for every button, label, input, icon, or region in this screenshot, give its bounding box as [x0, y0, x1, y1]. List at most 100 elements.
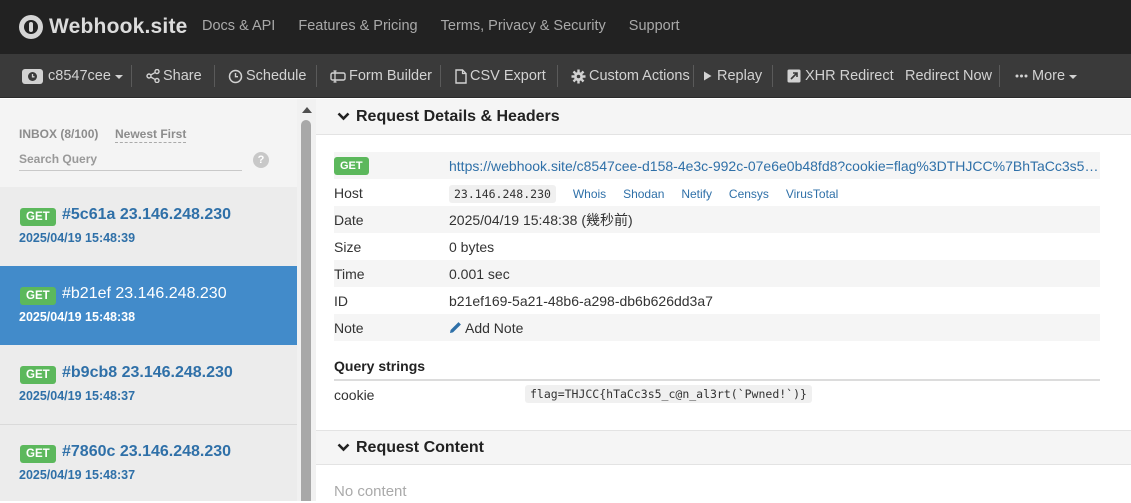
toolbar-divider [557, 65, 558, 87]
scroll-thumb[interactable] [301, 120, 311, 501]
chevron-down-icon [337, 443, 350, 452]
sidebar-scrollbar[interactable] [297, 99, 316, 501]
censys-link[interactable]: Censys [729, 187, 769, 201]
sort-toggle[interactable]: Newest First [115, 127, 187, 143]
more-label: More [1032, 68, 1066, 84]
request-sidebar: INBOX (8/100) Newest First Search Query … [0, 99, 297, 501]
form-builder-label: Form Builder [349, 68, 432, 84]
nav-link-support[interactable]: Support [629, 18, 680, 34]
request-time: 2025/04/19 15:48:38 [19, 310, 136, 324]
request-detail-pane: Request Details & Headers GET https://we… [316, 99, 1131, 501]
search-input[interactable]: Search Query [19, 150, 242, 171]
file-icon [455, 68, 467, 84]
request-time: 2025/04/19 15:48:37 [19, 389, 136, 403]
brand[interactable]: Webhook.site [19, 13, 188, 41]
request-id: #5c61a 23.146.248.230 [62, 206, 232, 223]
request-item[interactable]: GET #b9cb8 23.146.248.230 2025/04/19 15:… [0, 345, 297, 424]
inbox-count: INBOX (8/100) [19, 127, 99, 141]
size-label: Size [334, 238, 362, 255]
request-url-wrap: https://webhook.site/c8547cee-d158-4e3c-… [449, 158, 1100, 174]
form-icon [330, 69, 346, 83]
query-key: cookie [334, 387, 375, 403]
replay-button[interactable]: Replay [703, 54, 762, 98]
host-value: 23.146.248.230 Whois Shodan Netify Censy… [449, 184, 838, 203]
add-note-link[interactable]: Add Note [449, 320, 523, 336]
toolbar-divider [214, 65, 215, 87]
note-row: Note Add Note [334, 314, 1100, 341]
id-label: ID [334, 292, 348, 309]
toolbar-divider [693, 65, 694, 87]
share-button[interactable]: Share [146, 54, 202, 98]
token-dropdown[interactable]: c8547cee [22, 54, 123, 98]
nav-link-pricing[interactable]: Features & Pricing [298, 18, 417, 34]
host-label: Host [334, 184, 363, 201]
redirect-now-label: Redirect Now [905, 68, 993, 84]
toolbar-divider [316, 65, 317, 87]
nav-link-terms[interactable]: Terms, Privacy & Security [441, 18, 606, 34]
custom-actions-label: Custom Actions [589, 68, 690, 84]
share-icon [146, 69, 160, 83]
netify-link[interactable]: Netify [681, 187, 712, 201]
method-badge: GET [20, 445, 56, 463]
webhook-logo-icon [19, 15, 43, 39]
method-badge: GET [20, 366, 56, 384]
id-value: b21ef169-5a21-48b6-a298-db6b626dd3a7 [449, 292, 713, 309]
redirect-now-button[interactable]: Redirect Now [905, 54, 992, 98]
pencil-icon [449, 321, 462, 334]
no-content-text: No content [334, 483, 407, 500]
more-dropdown[interactable]: More [1015, 54, 1078, 98]
request-time: 2025/04/19 15:48:39 [19, 231, 136, 245]
chevron-down-icon [114, 75, 123, 79]
host-ip: 23.146.248.230 [449, 184, 556, 203]
schedule-label: Schedule [246, 68, 307, 84]
toolbar: c8547cee Share Schedule Form Builder CSV… [0, 54, 1131, 98]
content-section-header[interactable]: Request Content [316, 430, 1131, 465]
request-id: #b9cb8 23.146.248.230 [62, 364, 233, 381]
details-section-header[interactable]: Request Details & Headers [316, 99, 1131, 135]
request-time: 2025/04/19 15:48:37 [19, 468, 136, 482]
top-nav-links: Docs & API Features & Pricing Terms, Pri… [202, 18, 703, 34]
toolbar-divider [999, 65, 1000, 87]
help-icon[interactable]: ? [253, 152, 269, 168]
custom-actions-button[interactable]: Custom Actions [571, 54, 690, 98]
request-item[interactable]: GET #5c61a 23.146.248.230 2025/04/19 15:… [0, 187, 297, 266]
xhr-redirect-label: XHR Redirect [805, 68, 894, 84]
ellipsis-icon [1015, 74, 1028, 78]
date-label: Date [334, 211, 364, 228]
request-url[interactable]: https://webhook.site/c8547cee-d158-4e3c-… [449, 158, 1100, 174]
details-section-title: Request Details & Headers [356, 107, 560, 125]
external-link-icon [787, 69, 801, 83]
top-navbar: Webhook.site Docs & API Features & Prici… [0, 0, 1131, 54]
size-row: Size 0 bytes [334, 233, 1100, 260]
toolbar-divider [131, 65, 132, 87]
csv-export-button[interactable]: CSV Export [455, 54, 546, 98]
gear-icon [571, 69, 586, 84]
xhr-redirect-button[interactable]: XHR Redirect [787, 54, 894, 98]
request-id: #b21ef 23.146.248.230 [62, 285, 227, 302]
virustotal-link[interactable]: VirusTotal [786, 187, 838, 201]
toolbar-divider [772, 65, 773, 87]
query-strings-divider [334, 379, 1100, 381]
form-builder-button[interactable]: Form Builder [330, 54, 432, 98]
request-item-active[interactable]: GET #b21ef 23.146.248.230 2025/04/19 15:… [0, 266, 297, 345]
chevron-down-icon [1069, 75, 1078, 79]
schedule-button[interactable]: Schedule [228, 54, 306, 98]
add-note-label: Add Note [465, 319, 524, 336]
size-value: 0 bytes [449, 238, 495, 255]
shodan-link[interactable]: Shodan [623, 187, 664, 201]
scroll-up-arrow-icon[interactable] [302, 107, 312, 113]
clock-icon [228, 69, 243, 84]
whois-link[interactable]: Whois [573, 187, 606, 201]
nav-link-docs[interactable]: Docs & API [202, 18, 275, 34]
brand-name: Webhook.site [49, 15, 188, 38]
csv-export-label: CSV Export [470, 68, 546, 84]
replay-label: Replay [717, 68, 763, 84]
request-item[interactable]: GET #7860c 23.146.248.230 2025/04/19 15:… [0, 424, 297, 503]
inbox-header: INBOX (8/100) Newest First Search Query … [0, 99, 297, 187]
date-row: Date 2025/04/19 15:48:38 (幾秒前) [334, 206, 1100, 233]
id-row: ID b21ef169-5a21-48b6-a298-db6b626dd3a7 [334, 287, 1100, 314]
host-row: Host 23.146.248.230 Whois Shodan Netify … [334, 179, 1100, 206]
method-badge: GET [20, 287, 56, 305]
token-label: c8547cee [48, 68, 111, 84]
request-id: #7860c 23.146.248.230 [62, 443, 232, 460]
